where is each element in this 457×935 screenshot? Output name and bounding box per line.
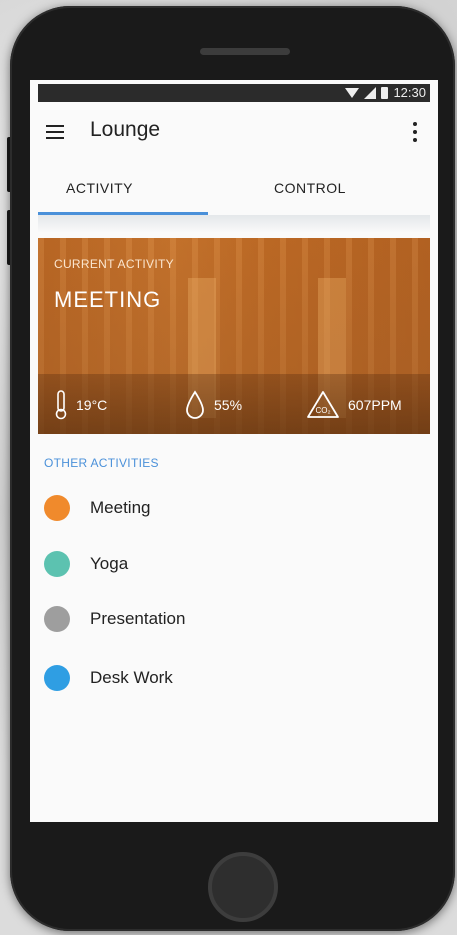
speaker-grille <box>200 48 290 55</box>
co2-metric: CO₂ 607PPM <box>306 390 402 420</box>
signal-icon <box>364 86 377 99</box>
co2-icon: CO₂ <box>307 391 339 418</box>
humidity-metric: 55% <box>184 390 242 420</box>
other-activities-heading: OTHER ACTIVITIES <box>44 456 159 470</box>
current-activity-name: MEETING <box>54 287 162 312</box>
activity-label: Yoga <box>90 554 129 573</box>
menu-icon[interactable] <box>46 125 64 139</box>
battery-icon <box>381 86 389 99</box>
activity-item-presentation[interactable]: Presentation <box>44 599 424 639</box>
activity-item-yoga[interactable]: Yoga <box>44 544 424 584</box>
current-activity-label: CURRENT ACTIVITY <box>54 257 174 271</box>
activity-label: Presentation <box>90 609 186 628</box>
activity-label: Meeting <box>90 498 151 517</box>
desk-work-color-dot <box>44 665 70 691</box>
yoga-color-dot <box>44 551 70 577</box>
activity-label: Desk Work <box>90 668 173 687</box>
humidity-value: 55% <box>214 397 243 413</box>
page-title: Lounge <box>90 118 161 141</box>
app-bar: Lounge <box>30 106 438 156</box>
temperature-metric: 19°C <box>54 390 107 420</box>
thermometer-icon <box>55 390 67 420</box>
status-time: 12:30 <box>393 85 426 100</box>
meeting-color-dot <box>44 495 70 521</box>
presentation-color-dot <box>44 606 70 632</box>
tab-activity[interactable]: ACTIVITY <box>66 180 133 196</box>
activity-item-desk-work[interactable]: Desk Work <box>44 658 424 698</box>
tab-divider <box>38 215 430 233</box>
temperature-value: 19°C <box>76 397 108 413</box>
status-bar: 12:30 <box>38 84 430 102</box>
app-screen: 12:30 Lounge ACTIVITY CONTROL CURRENT AC… <box>30 80 438 822</box>
wifi-icon <box>345 87 360 98</box>
more-options-icon[interactable] <box>410 122 420 142</box>
home-button[interactable] <box>208 852 278 922</box>
current-activity-card[interactable]: CURRENT ACTIVITY MEETING 19°C 55% CO₂ 60… <box>38 238 430 434</box>
co2-icon-text: CO₂ <box>315 406 330 415</box>
tab-control[interactable]: CONTROL <box>274 180 346 196</box>
co2-value: 607PPM <box>348 397 402 413</box>
water-drop-icon <box>186 390 204 419</box>
tab-bar: ACTIVITY CONTROL <box>38 168 430 215</box>
activity-item-meeting[interactable]: Meeting <box>44 488 424 528</box>
